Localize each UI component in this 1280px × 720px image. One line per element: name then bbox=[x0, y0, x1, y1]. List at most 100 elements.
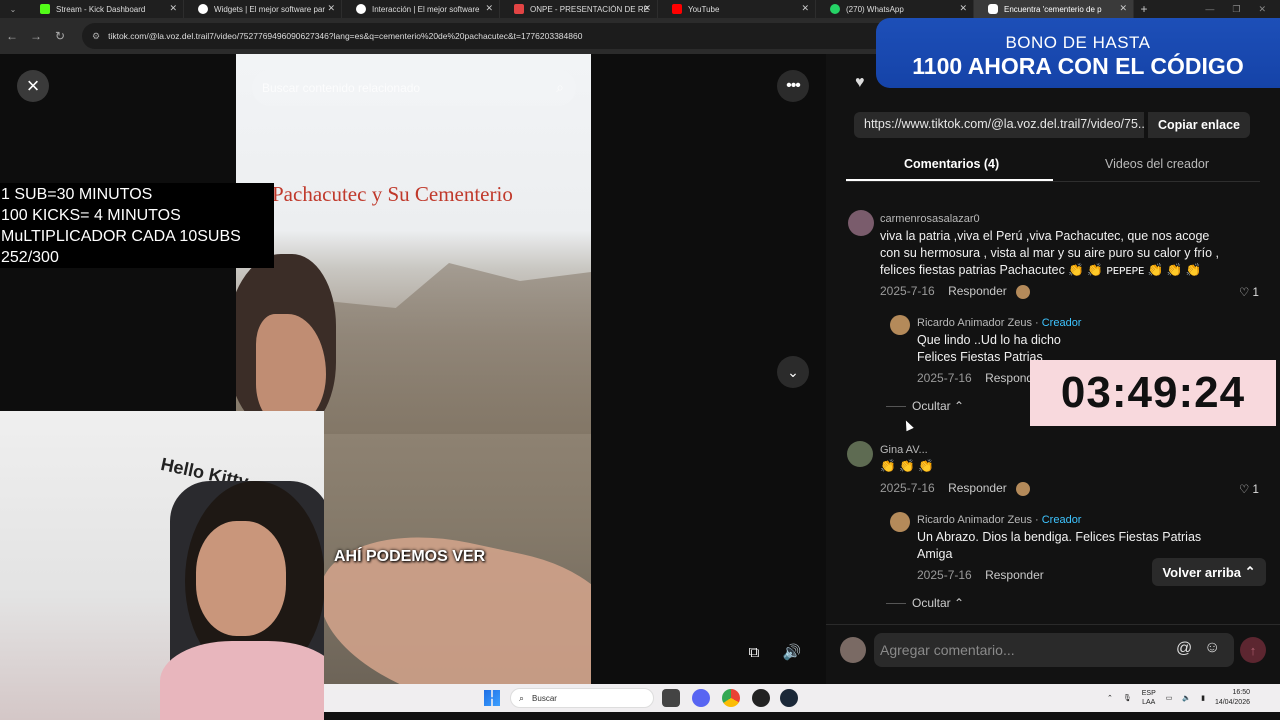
close-window-icon[interactable]: ✕ bbox=[1258, 4, 1266, 15]
like-count: 1 bbox=[1252, 484, 1259, 496]
windows-start-icon[interactable] bbox=[484, 690, 500, 706]
divider-line bbox=[886, 603, 906, 605]
comment-user[interactable]: carmenrosasalazar0 bbox=[880, 213, 980, 225]
steam-icon[interactable] bbox=[780, 689, 798, 707]
avatar bbox=[840, 637, 866, 663]
onpe-icon bbox=[514, 4, 524, 14]
related-search-input[interactable]: Buscar contenido relacionado ⌕ bbox=[252, 70, 576, 106]
hide-replies-button[interactable]: Ocultar ⌃ bbox=[886, 596, 964, 610]
reply-user[interactable]: Ricardo Animador Zeus · Creador bbox=[917, 514, 1081, 526]
clock[interactable]: 16:50 14/04/2026 bbox=[1215, 688, 1250, 708]
close-tab-icon[interactable]: ✕ bbox=[801, 3, 809, 14]
next-video-button[interactable]: ⌄ bbox=[777, 356, 809, 388]
tab-comments[interactable]: Comentarios (4) bbox=[904, 157, 999, 171]
back-icon[interactable]: ← bbox=[0, 29, 24, 43]
subathon-timer: 03:49:24 bbox=[1030, 360, 1276, 426]
reply-button[interactable]: Responder bbox=[948, 284, 1007, 298]
comment-date: 2025-7-16 bbox=[880, 481, 935, 495]
close-tab-icon[interactable]: ✕ bbox=[485, 3, 493, 14]
close-tab-icon[interactable]: ✕ bbox=[643, 3, 651, 14]
overlay-line: 1 SUB=30 MINUTOS bbox=[1, 186, 153, 203]
search-icon[interactable]: ⌕ bbox=[556, 79, 564, 96]
reply-button[interactable]: Responder bbox=[948, 481, 1007, 495]
like-button[interactable]: ♡ 1 bbox=[1239, 482, 1259, 496]
webcam-feed: Hello Kitty bbox=[0, 411, 324, 720]
comment-meta: 2025-7-16 Responder bbox=[880, 481, 1031, 496]
volume-button[interactable]: 🔊 bbox=[778, 638, 806, 666]
chevron-up-icon: ⌃ bbox=[954, 399, 965, 413]
avatar[interactable] bbox=[847, 441, 873, 467]
comment-user[interactable]: Gina AV... bbox=[880, 444, 928, 456]
close-tab-icon[interactable]: ✕ bbox=[327, 3, 335, 14]
reply-date: 2025-7-16 bbox=[917, 568, 972, 582]
promo-line1: BONO DE HASTA bbox=[1005, 33, 1151, 52]
url-input[interactable]: ⚙ tiktok.com/@la.voz.del.trail7/video/75… bbox=[82, 23, 942, 49]
send-button[interactable]: ↑ bbox=[1240, 637, 1266, 663]
task-view-icon[interactable] bbox=[662, 689, 680, 707]
tab-kick-dashboard[interactable]: Stream - Kick Dashboard ✕ bbox=[26, 0, 184, 18]
reply-button[interactable]: Responder bbox=[985, 568, 1044, 582]
speaker-icon[interactable]: 🔈 bbox=[1182, 694, 1191, 702]
tab-search-button[interactable]: ⌄ bbox=[0, 0, 26, 18]
comment-text: viva la patria ,viva el Perú ,viva Pacha… bbox=[880, 229, 1220, 277]
close-button[interactable]: × bbox=[17, 70, 49, 102]
promo-line2: 1100 AHORA CON EL CÓDIGO bbox=[912, 53, 1244, 79]
creator-liked-avatar bbox=[1016, 481, 1031, 496]
more-options-button[interactable]: ••• bbox=[777, 70, 809, 102]
miniplayer-button[interactable]: ⧉ bbox=[740, 638, 768, 666]
language-indicator[interactable]: ESP LAA bbox=[1142, 689, 1156, 707]
battery-icon[interactable]: ▮ bbox=[1201, 694, 1205, 702]
taskbar-search[interactable]: ⌕ Buscar bbox=[510, 688, 654, 708]
back-to-top-button[interactable]: Volver arriba ⌃ bbox=[1152, 558, 1266, 586]
forward-icon[interactable]: → bbox=[24, 29, 48, 43]
avatar[interactable] bbox=[848, 210, 874, 236]
promo-banner: BONO DE HASTA 1100 AHORA CON EL CÓDIGO bbox=[876, 18, 1280, 88]
stream-overlay-goals: 1 SUB=30 MINUTOS 100 KICKS= 4 MINUTOS Mu… bbox=[0, 183, 274, 268]
creator-badge: Creador bbox=[1041, 317, 1082, 329]
creator-liked-avatar bbox=[1016, 284, 1031, 299]
microphone-icon[interactable]: 🎙 bbox=[1123, 694, 1132, 702]
tab-creator-videos[interactable]: Videos del creador bbox=[1105, 157, 1209, 171]
window-controls: — ❐ ✕ bbox=[1205, 4, 1280, 15]
maximize-icon[interactable]: ❐ bbox=[1232, 4, 1240, 15]
reload-icon[interactable]: ↻ bbox=[48, 29, 72, 43]
network-icon[interactable]: ▭ bbox=[1166, 694, 1173, 702]
tab-whatsapp[interactable]: (270) WhatsApp ✕ bbox=[816, 0, 974, 18]
close-tab-icon[interactable]: ✕ bbox=[169, 3, 177, 14]
whatsapp-icon bbox=[830, 4, 840, 14]
windows-taskbar: ⌕ Buscar ⌃ 🎙 ESP LAA ▭ 🔈 ▮ 16:50 14/04/2… bbox=[324, 684, 1280, 712]
close-tab-icon[interactable]: ✕ bbox=[959, 3, 967, 14]
discord-icon[interactable] bbox=[692, 689, 710, 707]
bottom-strip bbox=[324, 712, 1280, 720]
hide-replies-button[interactable]: Ocultar ⌃ bbox=[886, 399, 964, 413]
video-caption: AHÍ PODEMOS VER bbox=[334, 548, 486, 565]
tab-tiktok[interactable]: Encuentra 'cementerio de p ✕ bbox=[974, 0, 1134, 18]
avatar[interactable] bbox=[890, 512, 910, 532]
heart-outline-icon: ♡ bbox=[1239, 484, 1250, 496]
streamelements-icon bbox=[356, 4, 366, 14]
copy-link-button[interactable]: Copiar enlace bbox=[1148, 112, 1250, 138]
close-tab-icon[interactable]: ✕ bbox=[1119, 3, 1127, 14]
overlay-line: 252/300 bbox=[1, 249, 59, 266]
site-info-icon[interactable]: ⚙ bbox=[92, 31, 100, 42]
heart-icon[interactable]: ♥ bbox=[855, 74, 865, 92]
reply-user[interactable]: Ricardo Animador Zeus · Creador bbox=[917, 317, 1081, 329]
tab-youtube[interactable]: YouTube ✕ bbox=[658, 0, 816, 18]
like-button[interactable]: ♡ 1 bbox=[1239, 285, 1259, 299]
browser-tab-bar: ⌄ Stream - Kick Dashboard ✕ Widgets | El… bbox=[0, 0, 1280, 18]
new-tab-button[interactable]: + bbox=[1134, 2, 1154, 16]
divider-line bbox=[886, 406, 906, 408]
tab-widgets[interactable]: Widgets | El mejor software par ✕ bbox=[184, 0, 342, 18]
chevron-up-icon[interactable]: ⌃ bbox=[1107, 694, 1113, 702]
minimize-icon[interactable]: — bbox=[1205, 4, 1214, 15]
heart-outline-icon: ♡ bbox=[1239, 287, 1250, 299]
emoji-icon[interactable]: ☺ bbox=[1204, 639, 1220, 657]
share-link-field[interactable]: https://www.tiktok.com/@la.voz.del.trail… bbox=[854, 112, 1144, 138]
chevron-up-icon: ⌃ bbox=[954, 596, 965, 610]
mention-icon[interactable]: @ bbox=[1176, 640, 1192, 658]
tab-interaccion[interactable]: Interacción | El mejor software ✕ bbox=[342, 0, 500, 18]
tab-onpe[interactable]: ONPE - PRESENTACIÓN DE RE ✕ bbox=[500, 0, 658, 18]
obs-icon[interactable] bbox=[752, 689, 770, 707]
avatar[interactable] bbox=[890, 315, 910, 335]
chrome-icon[interactable] bbox=[722, 689, 740, 707]
